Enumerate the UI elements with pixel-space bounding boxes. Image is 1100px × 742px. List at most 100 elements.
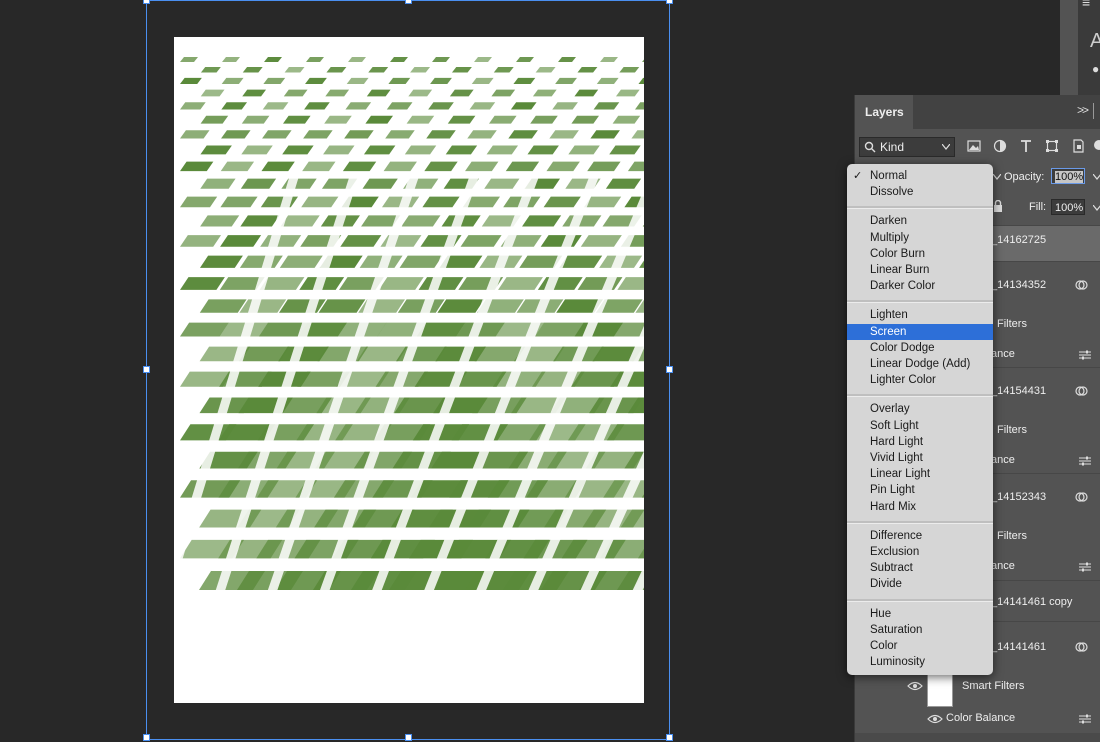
blend-mode-item-hard-light[interactable]: Hard Light (847, 434, 993, 450)
lattice-cell (221, 102, 248, 110)
panel-menu-icon[interactable]: ≡ (1082, 0, 1090, 10)
type-filter-icon[interactable] (1019, 139, 1033, 153)
filter-options-icon[interactable] (1079, 562, 1091, 572)
blend-mode-item-saturation[interactable]: Saturation (847, 622, 993, 638)
lattice-cell (546, 161, 580, 172)
filter-effect-row[interactable]: Color Balance (855, 705, 1100, 735)
opacity-chevron-icon[interactable] (1093, 174, 1100, 180)
lattice-cell (408, 89, 433, 97)
blend-mode-label: Hue (870, 607, 892, 620)
blend-mode-item-hue[interactable]: Hue (847, 606, 993, 622)
lattice-cell (200, 178, 236, 189)
blend-mode-item-linear-burn[interactable]: Linear Burn (847, 262, 993, 278)
image-filter-icon[interactable] (967, 139, 981, 153)
smart-filter-link-icon[interactable] (1075, 385, 1088, 397)
panel-footer-toolbar (855, 733, 1100, 742)
transform-handle[interactable] (405, 734, 412, 741)
transform-handle[interactable] (143, 366, 150, 373)
blend-mode-item-difference[interactable]: Difference (847, 528, 993, 544)
lattice-cell (239, 299, 287, 313)
blend-mode-item-normal[interactable]: ✓ Normal (847, 168, 993, 184)
lattice-cell (222, 57, 240, 62)
blend-mode-label: Screen (870, 325, 907, 338)
smart-filter-link-icon[interactable] (1075, 279, 1088, 291)
blend-mode-item-lighten[interactable]: Lighten (847, 307, 993, 323)
fill-chevron-icon[interactable] (1093, 205, 1100, 211)
lattice-cell (642, 224, 644, 227)
lattice-cell (465, 161, 499, 172)
blend-mode-item-exclusion[interactable]: Exclusion (847, 544, 993, 560)
transform-handle[interactable] (666, 366, 673, 373)
transform-handle[interactable] (143, 0, 150, 4)
lattice-cell (386, 102, 413, 110)
blend-mode-item-soft-light[interactable]: Soft Light (847, 418, 993, 434)
lattice-cell (242, 67, 263, 73)
transform-handle[interactable] (666, 734, 673, 741)
opacity-input[interactable]: 100% (1051, 168, 1085, 184)
lattice-cell (180, 161, 214, 172)
filter-options-icon[interactable] (1079, 350, 1091, 360)
filter-mask-thumbnail[interactable] (927, 671, 953, 707)
blend-mode-item-lighter-color[interactable]: Lighter Color (847, 372, 993, 388)
blend-mode-item-linear-dodge-add[interactable]: Linear Dodge (Add) (847, 356, 993, 372)
blend-mode-item-darken[interactable]: Darken (847, 213, 993, 229)
blend-mode-item-darker-color[interactable]: Darker Color (847, 278, 993, 294)
tab-layers[interactable]: Layers (855, 95, 913, 129)
lattice-cell (200, 115, 229, 124)
lattice-cell (221, 77, 244, 84)
smart-filter-link-icon[interactable] (1075, 491, 1088, 503)
lattice-cell (612, 115, 641, 124)
lattice-cell (484, 178, 520, 189)
blend-mode-item-color[interactable]: Color (847, 638, 993, 654)
lattice-cell (180, 57, 198, 62)
lattice-cell (615, 89, 640, 97)
filter-options-icon[interactable] (1079, 714, 1091, 724)
smart-object-filter-icon[interactable] (1071, 139, 1085, 153)
blend-mode-item-color-dodge[interactable]: Color Dodge (847, 340, 993, 356)
blend-mode-item-hard-mix[interactable]: Hard Mix (847, 499, 993, 515)
blend-mode-item-divide[interactable]: Divide (847, 576, 993, 592)
lattice-cell (447, 115, 476, 124)
adjustment-filter-icon[interactable] (993, 139, 1007, 153)
shape-filter-icon[interactable] (1045, 139, 1059, 153)
lattice-cell (469, 102, 496, 110)
blend-mode-item-screen[interactable]: Screen (847, 323, 993, 340)
transform-handle[interactable] (666, 0, 673, 4)
collapse-panel-icon[interactable]: >> (1077, 103, 1089, 117)
properties-panel-edge-inner: ≡ A ● (1078, 0, 1100, 95)
filter-options-icon[interactable] (1079, 456, 1091, 466)
lattice-cell (344, 130, 374, 139)
blend-mode-item-vivid-light[interactable]: Vivid Light (847, 450, 993, 466)
lattice-cell (491, 89, 516, 97)
lattice-cell (323, 145, 355, 155)
lattice-cell (304, 102, 330, 110)
blend-mode-item-linear-light[interactable]: Linear Light (847, 466, 993, 482)
blend-mode-label: Lighten (870, 309, 908, 322)
fill-input[interactable]: 100% (1051, 199, 1085, 215)
lattice-cell (404, 145, 437, 155)
blend-mode-item-dissolve[interactable]: Dissolve (847, 184, 993, 200)
eye-icon[interactable] (907, 681, 923, 691)
blend-mode-item-luminosity[interactable]: Luminosity (847, 654, 993, 670)
lattice-cell (410, 67, 431, 73)
smart-filter-link-icon[interactable] (1075, 641, 1088, 653)
filter-toggle-icon[interactable] (1093, 139, 1100, 153)
eye-icon[interactable] (927, 714, 943, 724)
lattice-cell (558, 57, 576, 62)
blend-mode-item-multiply[interactable]: Multiply (847, 230, 993, 246)
kind-filter-select[interactable]: Kind (859, 137, 955, 157)
lattice-cell (486, 145, 519, 155)
transform-handle[interactable] (143, 734, 150, 741)
blend-mode-label: Difference (870, 529, 923, 542)
blend-mode-item-subtract[interactable]: Subtract (847, 560, 993, 576)
blend-mode-item-overlay[interactable]: Overlay (847, 401, 993, 417)
lock-icon[interactable] (993, 200, 1003, 212)
lattice-cell (242, 89, 267, 97)
blend-mode-item-color-burn[interactable]: Color Burn (847, 246, 993, 262)
blend-mode-chevron-icon[interactable] (993, 174, 1001, 180)
lattice-cell (627, 161, 644, 172)
transform-handle[interactable] (405, 0, 412, 4)
chevron-down-icon (942, 144, 950, 150)
blend-mode-label: Subtract (870, 562, 913, 575)
blend-mode-item-pin-light[interactable]: Pin Light (847, 482, 993, 498)
